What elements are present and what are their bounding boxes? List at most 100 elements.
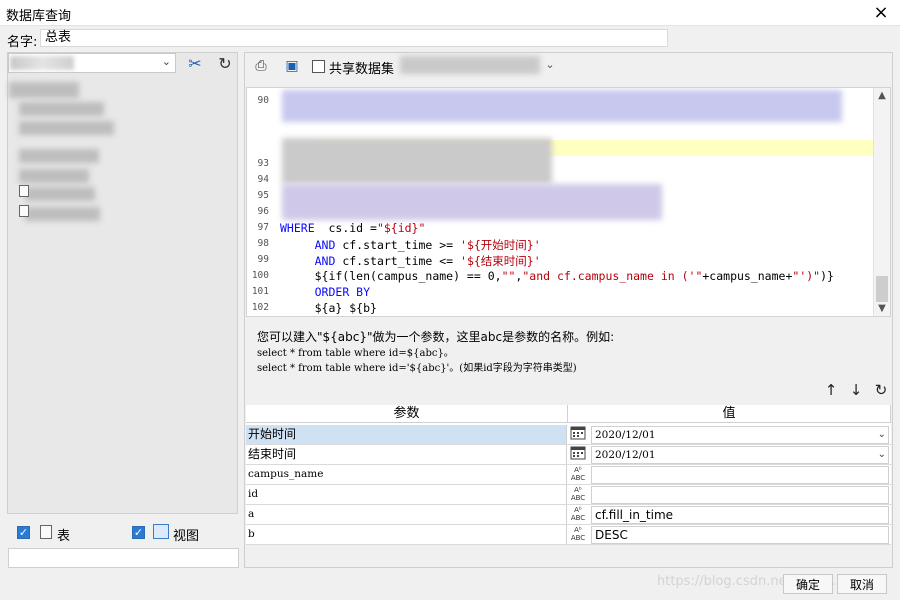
code-token: ${if(len(campus_name) == 0, [280, 269, 502, 283]
table-icon [40, 525, 52, 539]
param-row[interactable]: 开始时间 2020/12/01 ⌄ [246, 425, 891, 445]
line-number: 90 [257, 95, 269, 106]
code-line: AND cf.start_time >= '${开始时间}' [280, 237, 541, 253]
code-token: '${结束时间}' [460, 254, 541, 268]
line-number: 97 [257, 222, 269, 233]
scrollbar-thumb[interactable] [876, 276, 888, 302]
table-tree[interactable] [9, 77, 237, 512]
move-up-icon[interactable]: ↑ [822, 381, 840, 399]
code-token: cf.start_time <= [335, 254, 461, 268]
value-column-header: 值 [568, 405, 891, 423]
blurred-toolbar-field [400, 56, 540, 74]
code-token: "and cf.campus_name in ('" [522, 269, 703, 283]
chevron-down-icon[interactable]: ⌄ [541, 56, 559, 74]
line-number: 100 [251, 270, 269, 281]
code-token: cf.start_time >= [335, 238, 461, 252]
view-label: 视图 [173, 529, 200, 544]
blurred-tree-item [25, 207, 100, 221]
param-row[interactable]: id Aᵇ ABC [246, 485, 891, 505]
preview-icon[interactable]: ⎙ [252, 57, 270, 75]
param-name: campus_name [246, 465, 567, 484]
blurred-code [282, 90, 842, 122]
code-token: AND [314, 238, 336, 252]
table-icon [19, 185, 29, 197]
table-filter-input[interactable] [8, 548, 239, 568]
param-value: 2020/12/01 [595, 449, 656, 461]
param-row[interactable]: a Aᵇ ABC cf.fill_in_time [246, 505, 891, 525]
cancel-button[interactable]: 取消 [837, 574, 887, 594]
chevron-down-icon: ⌄ [161, 55, 171, 68]
code-token: "" [501, 269, 516, 283]
param-row[interactable]: 结束时间 2020/12/01 ⌄ [246, 445, 891, 465]
code-token: )} [820, 269, 834, 283]
share-dataset-label: 共享数据集 [329, 62, 395, 77]
table-checkbox[interactable]: ✓ [17, 526, 30, 539]
refresh-params-icon[interactable]: ↻ [872, 381, 890, 399]
line-number: 93 [257, 158, 269, 169]
code-token: '${开始时间}' [460, 238, 541, 252]
param-value-input[interactable] [591, 486, 889, 504]
editor-scrollbar[interactable]: ▲ ▼ [873, 88, 890, 316]
param-name: b [246, 525, 567, 544]
param-value: DESC [595, 528, 628, 542]
chevron-down-icon[interactable]: ⌄ [878, 447, 886, 463]
title-bar [0, 0, 900, 26]
blurred-code [282, 184, 662, 220]
param-value-input[interactable]: cf.fill_in_time [591, 506, 889, 524]
line-number: 99 [257, 254, 269, 265]
share-dataset-checkbox[interactable] [312, 60, 325, 73]
text-type-icon[interactable]: Aᵇ ABC [568, 506, 588, 523]
line-number: 101 [251, 286, 269, 297]
sql-editor[interactable]: ▲ ▼ 90 93 94 95 96 97 WHERE cs.id ="${id}" 98 A… [246, 87, 891, 317]
hint-text: 您可以建入"${abc}"做为一个参数，这里abc是参数的名称。例如: [257, 330, 615, 344]
blurred-tree-item [19, 121, 114, 135]
text-type-icon[interactable]: Aᵇ ABC [568, 526, 588, 543]
param-name: id [246, 485, 567, 504]
param-row[interactable]: b Aᵇ ABC DESC [246, 525, 891, 545]
code-token: "')" [792, 269, 821, 283]
param-value-input[interactable]: 2020/12/01 ⌄ [591, 426, 889, 444]
param-name: 开始时间 [246, 425, 567, 444]
line-number: 95 [257, 190, 269, 201]
tools-icon[interactable]: ✂ [183, 53, 207, 75]
param-row[interactable]: campus_name Aᵇ ABC [246, 465, 891, 485]
view-checkbox[interactable]: ✓ [132, 526, 145, 539]
table-icon [19, 205, 29, 217]
param-value-input[interactable] [591, 466, 889, 484]
chevron-down-icon[interactable]: ⌄ [878, 427, 886, 443]
param-name: a [246, 505, 567, 524]
save-icon[interactable]: ▣ [283, 57, 301, 75]
code-line: ORDER BY [280, 285, 370, 299]
hint-example-2: select * from table where id='${abc}'。(如… [257, 363, 577, 374]
code-line: ${a} ${b} [280, 301, 377, 315]
blurred-tree-item [19, 149, 99, 163]
window-title: 数据库查询 [6, 9, 72, 24]
table-label: 表 [57, 529, 71, 544]
blurred-tree-item [9, 82, 79, 98]
refresh-icon[interactable]: ↻ [213, 53, 237, 75]
blurred-code [282, 138, 552, 184]
ok-button[interactable]: 确定 [783, 574, 833, 594]
code-token: WHERE [280, 221, 315, 235]
scroll-up-icon[interactable]: ▲ [874, 90, 890, 101]
param-value-input[interactable]: 2020/12/01 ⌄ [591, 446, 889, 464]
close-icon[interactable]: × [870, 2, 892, 24]
text-type-icon[interactable]: Aᵇ ABC [568, 466, 588, 483]
calendar-icon[interactable] [568, 426, 588, 443]
param-value-input[interactable]: DESC [591, 526, 889, 544]
param-column-header: 参数 [246, 405, 568, 423]
name-label: 名字: [7, 35, 38, 50]
blurred-datasource-name [10, 56, 74, 70]
calendar-icon[interactable] [568, 446, 588, 463]
line-number: 102 [251, 302, 269, 313]
name-input[interactable]: 总表 [40, 29, 668, 47]
code-token: AND [314, 254, 336, 268]
code-line: ${if(len(campus_name) == 0,"","and cf.ca… [280, 269, 834, 283]
scroll-down-icon[interactable]: ▼ [874, 303, 890, 314]
text-type-icon[interactable]: Aᵇ ABC [568, 486, 588, 503]
line-number: 98 [257, 238, 269, 249]
move-down-icon[interactable]: ↓ [847, 381, 865, 399]
